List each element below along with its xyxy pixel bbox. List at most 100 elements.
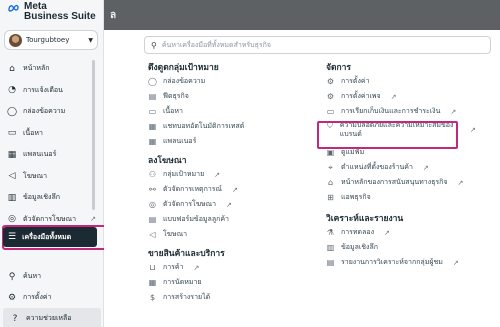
report-icon: ▤ xyxy=(326,258,335,267)
all-tools-label: เครื่องมือทั้งหมด xyxy=(22,232,72,241)
link-icon: ⚯ xyxy=(149,185,156,194)
tool-item-automation[interactable]: ▦ แชทบอทอัตโนมัติการเทสต์ xyxy=(148,119,318,134)
external-link-icon: ↗ xyxy=(232,185,238,194)
tool-label: แบบฟอร์มข้อมูลลูกค้า xyxy=(163,215,229,223)
search-icon: ⚲ xyxy=(8,271,16,282)
chat-icon: ◯ xyxy=(6,106,18,117)
tool-item-ads[interactable]: ◁ โฆษณา xyxy=(148,227,318,242)
tool-item-audience-reports[interactable]: ▤ รายงานการวิเคราะห์จากกลุ่มผู้ชม ↗ xyxy=(326,255,496,270)
nav-item-inbox[interactable]: ◯ กล่องข้อความ xyxy=(0,101,104,123)
nav-item-insights[interactable]: ▥ ข้อมูลเชิงลึก xyxy=(0,187,104,209)
target-icon: ◎ xyxy=(149,200,156,209)
nav-item-content[interactable]: ▭ เนื้อหา xyxy=(0,123,104,145)
tool-item-page-settings[interactable]: ⚙ การตั้งค่าเพจ ↗ xyxy=(326,89,496,104)
tool-item-feed[interactable]: ▤ ฟีดธุรกิจ xyxy=(148,89,318,104)
tool-label: เนื้อหา xyxy=(163,107,183,115)
external-link-icon: ↗ xyxy=(193,263,200,272)
support-icon: ⌂ xyxy=(327,178,334,187)
tool-item-appointments[interactable]: ▦ การนัดหมาย xyxy=(148,275,318,290)
external-link-icon: ↗ xyxy=(390,92,397,101)
gear-icon: ⚙ xyxy=(326,92,335,101)
section-title: ลงโฆษณา xyxy=(148,156,187,166)
avatar xyxy=(9,33,22,47)
external-link-icon: ↗ xyxy=(457,178,464,187)
tool-item-billing[interactable]: ▭ การเรียกเก็บเงินและการชำระเงิน ↗ xyxy=(326,104,496,119)
nav-label: หน้าหลัก xyxy=(23,64,50,73)
tool-item-commerce[interactable]: ⊔ การค้า ↗ xyxy=(148,260,318,275)
tool-item-lead-forms[interactable]: ▤ แบบฟอร์มข้อมูลลูกค้า xyxy=(148,212,318,227)
section-title: วิเคราะห์และรายงาน xyxy=(326,214,404,224)
tool-label: กล่องข้อความ xyxy=(163,77,206,85)
nav-label: ข้อมูลเชิงลึก xyxy=(23,193,60,202)
tool-label: การตั้งค่า xyxy=(341,77,370,85)
tool-label: หน้าหลักของการสนับสนุนทางธุรกิจ xyxy=(341,178,448,186)
account-name: Tourgubtoey xyxy=(26,36,70,44)
tool-label: การค้า xyxy=(163,263,184,271)
nav-item-home[interactable]: ⌂ หน้าหลัก xyxy=(0,58,104,80)
tool-item-audiences[interactable]: ⚇ กลุ่มเป้าหมาย ↗ xyxy=(148,167,318,182)
external-link-icon: ↗ xyxy=(470,126,476,134)
help-icon: ? xyxy=(12,313,18,324)
nav-label: ตัวจัดการโฆษณา xyxy=(23,214,77,223)
bell-icon: ◔ xyxy=(8,85,16,96)
external-link-icon: ↗ xyxy=(384,228,390,237)
tool-label: ตำแหน่งที่ตั้งของร้านค้า xyxy=(341,163,413,171)
nav-item-search[interactable]: ⚲ ค้นหา xyxy=(0,266,104,287)
caret-down-icon: ▼ xyxy=(88,36,93,44)
calendar-icon: ▦ xyxy=(148,137,157,146)
nav-label: การตั้งค่า xyxy=(23,293,52,301)
nav-label: เนื้อหา xyxy=(23,128,43,137)
tool-label: การเรียกเก็บเงินและการชำระเงิน xyxy=(341,107,441,115)
tool-item-settings[interactable]: ⚙ การตั้งค่า xyxy=(326,74,496,89)
tool-label: การนัดหมาย xyxy=(163,278,202,286)
chat-icon: ◯ xyxy=(148,77,157,86)
backdrop-title: ล xyxy=(110,10,117,21)
nav-label: ความช่วยเหลือ xyxy=(26,314,72,322)
tool-item-business-apps[interactable]: ⊞ แอพธุรกิจ xyxy=(326,190,496,205)
section-title: ดึงดูดกลุ่มเป้าหมาย xyxy=(148,63,219,73)
nav-item-ads[interactable]: ◁ โฆษณา xyxy=(0,166,104,188)
tool-item-events-manager[interactable]: ⚯ ตัวจัดการเหตุการณ์ ↗ xyxy=(148,182,318,197)
calendar-icon: ▦ xyxy=(148,122,157,131)
tool-label: แชทบอทอัตโนมัติการเทสต์ xyxy=(163,122,245,130)
tool-item-business-support[interactable]: ⌂ หน้าหลักของการสนับสนุนทางธุรกิจ ↗ xyxy=(326,175,496,190)
tool-label: แพลนเนอร์ xyxy=(163,137,197,145)
megaphone-icon: ◁ xyxy=(8,171,16,182)
all-tools-panel: ⚲ ค้นหาเครื่องมือที่ทั้งหมดสำหรับธุรกิจ … xyxy=(104,30,500,327)
external-link-icon: ↗ xyxy=(422,163,429,172)
card-icon: ▭ xyxy=(326,107,335,116)
tools-column-1: ดึงดูดกลุ่มเป้าหมาย ◯ กล่องข้อความ ▤ ฟีดธุ… xyxy=(148,60,318,305)
nav-item-planner[interactable]: ▦ แพลนเนอร์ xyxy=(0,144,104,166)
tool-label: รายงานการวิเคราะห์จากกลุ่มผู้ชม xyxy=(341,258,443,266)
account-switcher[interactable]: Tourgubtoey ▼ xyxy=(4,30,98,50)
brand-safety-highlight xyxy=(317,121,458,149)
tool-item-insights[interactable]: ▥ ข้อมูลเชิงลึก xyxy=(326,240,496,255)
tool-item-store-locations[interactable]: ⌖ ตำแหน่งที่ตั้งของร้านค้า ↗ xyxy=(326,160,496,175)
sidebar-nav: ⌂ หน้าหลัก ◔ การแจ้งเตือน ◯ กล่องข้อความ… xyxy=(0,58,104,230)
tool-label: แอพธุรกิจ xyxy=(341,193,371,201)
tools-column-2: จัดการ ⚙ การตั้งค่า ⚙ การตั้งค่าเพจ ↗ ▭ การเ… xyxy=(326,60,496,270)
search-placeholder: ค้นหาเครื่องมือที่ทั้งหมดสำหรับธุรกิจ xyxy=(161,40,271,49)
tool-item-content[interactable]: ▭ เนื้อหา xyxy=(148,104,318,119)
all-tools-button[interactable]: ☰ เครื่องมือทั้งหมด xyxy=(3,227,97,247)
chart-icon: ▥ xyxy=(7,192,17,203)
nav-item-notifications[interactable]: ◔ การแจ้งเตือน xyxy=(0,80,104,102)
menu-icon: ☰ xyxy=(8,232,17,242)
sidebar-bottom-nav: ⚲ ค้นหา ⚙ การตั้งค่า ? ความช่วยเหลือ xyxy=(0,266,104,327)
nav-label: โฆษณา xyxy=(23,171,47,180)
form-icon: ▤ xyxy=(148,215,157,224)
nav-item-help[interactable]: ? ความช่วยเหลือ xyxy=(3,308,101,327)
tool-item-experiments[interactable]: ⚗ การทดลอง ↗ xyxy=(326,225,496,240)
megaphone-icon: ◁ xyxy=(149,230,156,239)
external-link-icon: ↗ xyxy=(214,170,221,179)
tool-item-ads-manager[interactable]: ◎ ตัวจัดการโฆษณา ↗ xyxy=(148,197,318,212)
section-title: จัดการ xyxy=(326,63,351,73)
tool-item-monetization[interactable]: $ การสร้างรายได้ xyxy=(148,290,318,305)
tool-label: การตั้งค่าเพจ xyxy=(341,92,381,100)
calendar-icon: ▦ xyxy=(7,149,17,160)
tool-item-planner[interactable]: ▦ แพลนเนอร์ xyxy=(148,134,318,149)
tool-item-inbox[interactable]: ◯ กล่องข้อความ xyxy=(148,74,318,89)
search-input[interactable]: ⚲ ค้นหาเครื่องมือที่ทั้งหมดสำหรับธุรกิจ xyxy=(144,36,491,54)
nav-item-settings[interactable]: ⚙ การตั้งค่า xyxy=(0,287,104,308)
gear-icon: ⚙ xyxy=(326,77,335,86)
